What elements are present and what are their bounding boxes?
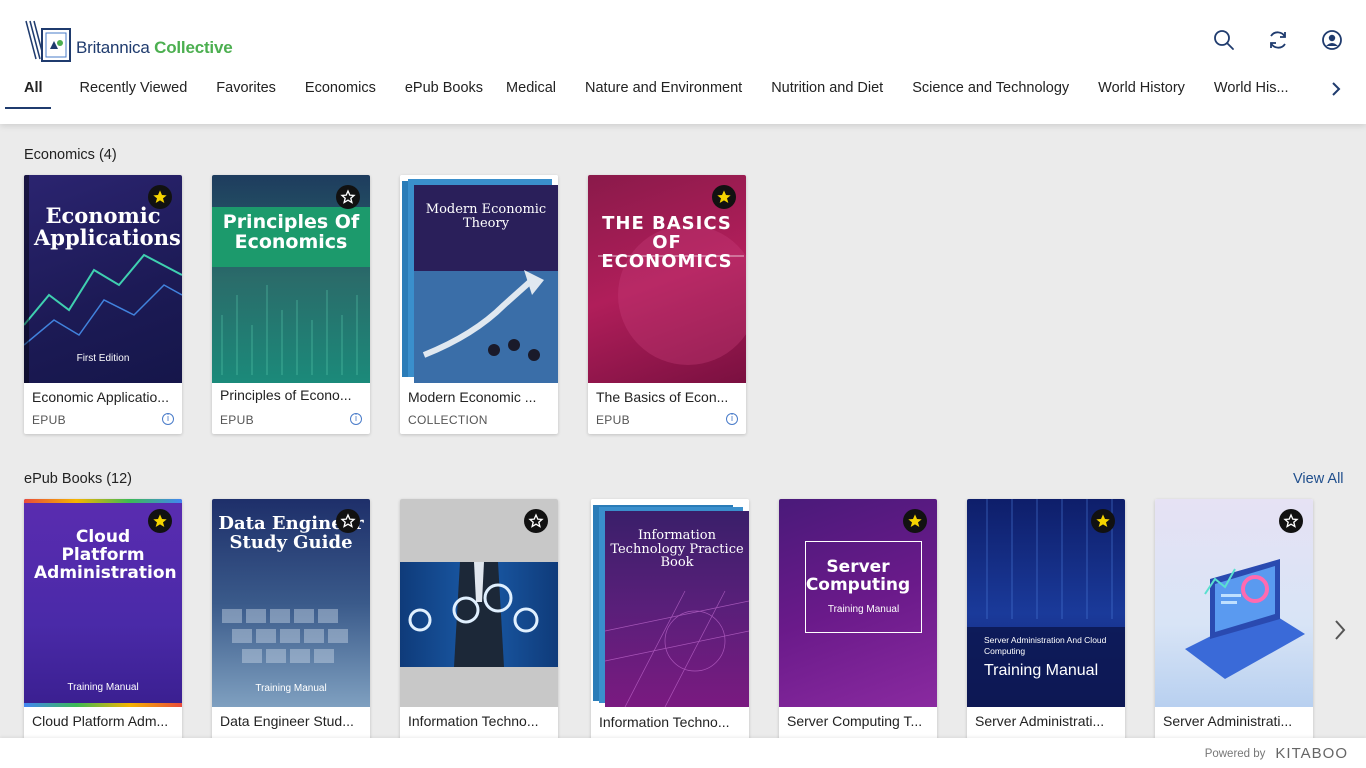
- book-title[interactable]: Cloud Platform Adm...: [32, 713, 178, 729]
- tab-epub-books[interactable]: ePub Books: [405, 76, 483, 109]
- cover-subtitle: Training Manual: [255, 683, 327, 694]
- tab-world-history[interactable]: World History: [1098, 76, 1185, 109]
- book-card[interactable]: Server Administration And Cloud Computin…: [967, 499, 1125, 758]
- info-icon[interactable]: i: [350, 413, 362, 425]
- carousel-next-chevron-icon[interactable]: [1332, 616, 1348, 644]
- book-cover[interactable]: Server Computing Training Manual: [779, 499, 937, 707]
- book-title[interactable]: Principles of Econo...: [220, 387, 366, 403]
- cover-title: Principles Of Economics: [222, 211, 360, 253]
- stack-front-cover: Information Technology Practice Book: [605, 511, 749, 707]
- tabs-next-chevron-icon[interactable]: [1328, 79, 1344, 99]
- cover-subtitle: Training Manual: [984, 662, 1099, 679]
- tab-economics[interactable]: Economics: [305, 76, 376, 109]
- tab-science-and-technology[interactable]: Science and Technology: [912, 76, 1069, 109]
- book-card[interactable]: Data Engineer Study Guide Training Manua…: [212, 499, 370, 758]
- info-icon[interactable]: i: [726, 413, 738, 425]
- favorite-star-icon[interactable]: [712, 185, 736, 209]
- book-type: EPUB: [32, 413, 66, 427]
- book-cover[interactable]: Economic Applications First Edition: [24, 175, 182, 383]
- category-tabs: All Recently Viewed Favorites Economics …: [5, 76, 1344, 112]
- book-title[interactable]: Economic Applicatio...: [32, 389, 178, 405]
- book-cover[interactable]: [1155, 499, 1313, 707]
- book-cover[interactable]: Data Engineer Study Guide Training Manua…: [212, 499, 370, 707]
- provider-logo: KITABOO: [1275, 745, 1348, 762]
- cover-title: Modern Economic Theory: [425, 202, 547, 231]
- tab-world-history-2[interactable]: World His...: [1214, 76, 1289, 109]
- brand-name-part1: Britannica: [76, 38, 150, 57]
- tab-nature-and-environment[interactable]: Nature and Environment: [585, 76, 742, 109]
- book-title[interactable]: Server Administrati...: [975, 713, 1121, 729]
- collection-front-cover: Modern Economic Theory: [414, 185, 558, 383]
- favorite-star-icon[interactable]: [148, 509, 172, 533]
- tab-recently-viewed[interactable]: Recently Viewed: [80, 76, 188, 109]
- book-card[interactable]: THE BASICS OF ECONOMICS The Basics of Ec…: [588, 175, 746, 434]
- book-card[interactable]: Information Technology Practice Book Inf…: [591, 499, 749, 758]
- refresh-icon[interactable]: [1266, 28, 1290, 52]
- book-type: EPUB: [220, 413, 254, 427]
- cover-title: Server Administration And Cloud Computin…: [984, 635, 1107, 657]
- book-card[interactable]: Server Computing Training Manual Server …: [779, 499, 937, 758]
- brand-name-part2: Collective: [154, 38, 233, 57]
- book-title[interactable]: The Basics of Econ...: [596, 389, 742, 405]
- cover-title: THE BASICS OF ECONOMICS: [601, 213, 733, 272]
- header-actions: [1212, 28, 1344, 52]
- cover-photo: [400, 562, 558, 667]
- view-all-link[interactable]: View All: [1293, 471, 1344, 487]
- brand-logo[interactable]: Britannica Collective: [24, 18, 233, 66]
- book-card[interactable]: Server Administrati...: [1155, 499, 1313, 758]
- book-cover[interactable]: Server Administration And Cloud Computin…: [967, 499, 1125, 707]
- collection-card[interactable]: Modern Economic Theory Modern Economic .…: [400, 175, 558, 434]
- favorite-star-outline-icon[interactable]: [524, 509, 548, 533]
- favorite-star-icon[interactable]: [1091, 509, 1115, 533]
- book-cover[interactable]: Information Technology Practice Book: [591, 499, 749, 707]
- book-type: EPUB: [596, 413, 630, 427]
- book-card[interactable]: Cloud Platform Administration Training M…: [24, 499, 182, 758]
- book-title[interactable]: Modern Economic ...: [408, 389, 554, 405]
- cover-title: Cloud Platform Administration: [34, 527, 177, 583]
- favorite-star-outline-icon[interactable]: [1279, 509, 1303, 533]
- book-title[interactable]: Server Administrati...: [1163, 713, 1309, 729]
- brand-name: Britannica Collective: [76, 38, 233, 58]
- book-title[interactable]: Information Techno...: [599, 714, 745, 730]
- book-card[interactable]: Principles Of Economics Principles of Ec…: [212, 175, 370, 434]
- book-cover[interactable]: [400, 499, 558, 707]
- book-title[interactable]: Information Techno...: [408, 713, 554, 729]
- book-card[interactable]: Economic Applications First Edition Econ…: [24, 175, 182, 434]
- cover-stripe-bottom: [24, 703, 182, 707]
- cover-title: Server Computing: [805, 557, 911, 595]
- tab-medical[interactable]: Medical: [506, 76, 556, 109]
- britannica-logo-icon: [24, 19, 74, 65]
- book-cover[interactable]: Modern Economic Theory: [400, 175, 558, 383]
- powered-by: Powered by KITABOO: [1205, 745, 1348, 762]
- favorite-star-icon[interactable]: [148, 185, 172, 209]
- app-header: Britannica Collective All Recently Viewe…: [0, 0, 1366, 124]
- cover-stripe-top: [24, 499, 182, 503]
- user-account-icon[interactable]: [1320, 28, 1344, 52]
- book-type: COLLECTION: [408, 413, 488, 427]
- favorite-star-outline-icon[interactable]: [336, 185, 360, 209]
- powered-by-label: Powered by: [1204, 747, 1266, 760]
- cover-subtitle: First Edition: [76, 353, 130, 364]
- footer: Powered by KITABOO: [0, 738, 1366, 768]
- tab-favorites[interactable]: Favorites: [216, 76, 276, 109]
- tab-nutrition-and-diet[interactable]: Nutrition and Diet: [771, 76, 883, 109]
- search-icon[interactable]: [1212, 28, 1236, 52]
- cover-title: Information Technology Practice Book: [610, 528, 744, 571]
- book-cover[interactable]: Principles Of Economics: [212, 175, 370, 383]
- favorite-star-outline-icon[interactable]: [336, 509, 360, 533]
- book-cover[interactable]: Cloud Platform Administration Training M…: [24, 499, 182, 707]
- section-title-epub-books: ePub Books (12): [24, 471, 133, 487]
- book-title[interactable]: Server Computing T...: [787, 713, 933, 729]
- tab-all[interactable]: All: [5, 76, 51, 109]
- book-cover[interactable]: THE BASICS OF ECONOMICS: [588, 175, 746, 383]
- favorite-star-icon[interactable]: [903, 509, 927, 533]
- section-title-economics: Economics (4): [24, 147, 117, 163]
- info-icon[interactable]: i: [162, 413, 174, 425]
- cover-title: Economic Applications: [34, 203, 181, 251]
- book-card[interactable]: Information Techno...: [400, 499, 558, 758]
- book-title[interactable]: Data Engineer Stud...: [220, 713, 366, 729]
- cover-subtitle: Training Manual: [827, 604, 900, 615]
- cover-subtitle: Training Manual: [67, 682, 139, 693]
